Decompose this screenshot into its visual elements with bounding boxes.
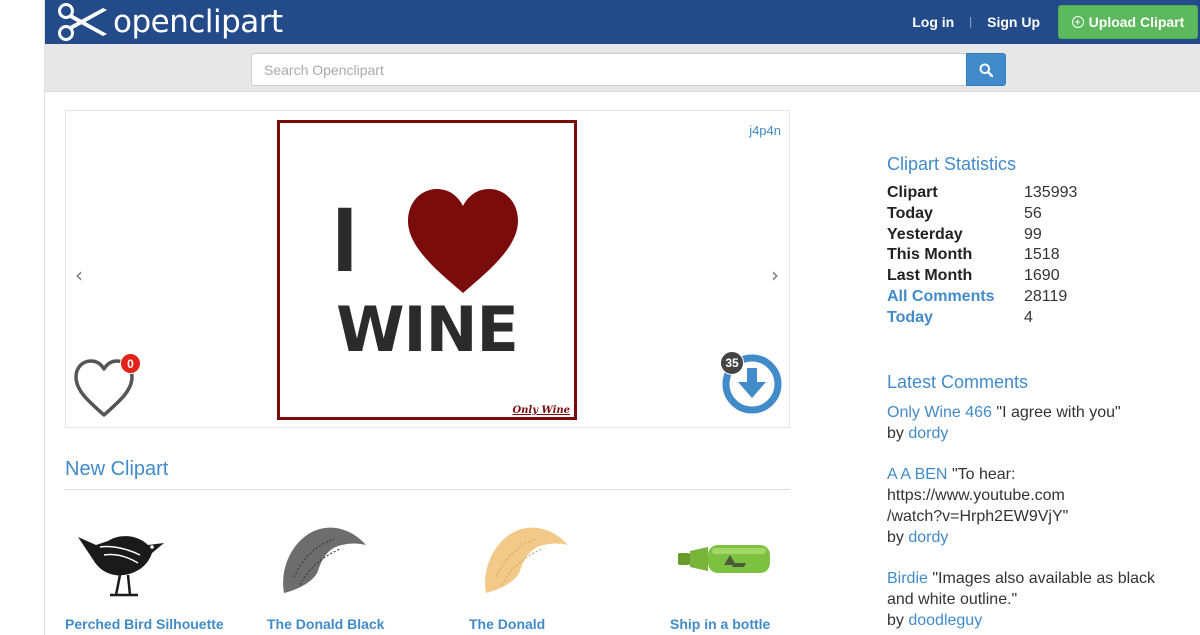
comment-user-link[interactable]: dordy	[908, 425, 948, 442]
art-wine-text: WINE	[336, 293, 518, 366]
comments-heading: Latest Comments	[887, 372, 1029, 392]
comment-item: A A BEN "To hear: https://www.youtube.co…	[887, 464, 1177, 548]
today-comments-link[interactable]: Today	[887, 308, 1024, 329]
bird-icon[interactable]	[68, 515, 178, 600]
comment-text: https://www.youtube.com	[887, 487, 1065, 504]
hair-black-icon[interactable]	[270, 515, 380, 600]
comment-by: by	[887, 529, 904, 546]
brand-logo[interactable]: openclipart	[57, 0, 283, 44]
carousel-next-button[interactable]: ›	[771, 263, 779, 287]
clipart-label[interactable]: The Donald	[469, 616, 545, 632]
stat-row: Last Month 1690	[887, 266, 1147, 287]
brand-name: openclipart	[113, 4, 283, 40]
featured-image[interactable]: I WINE Only Wine	[277, 120, 577, 420]
signup-link[interactable]: Sign Up	[987, 14, 1040, 30]
stat-value: 56	[1024, 204, 1042, 222]
upload-label: Upload Clipart	[1088, 14, 1185, 30]
scissors-icon	[58, 3, 107, 41]
bottle-icon[interactable]	[670, 515, 780, 600]
search-bar	[45, 44, 1200, 92]
comment-by: by	[887, 612, 904, 629]
login-link[interactable]: Log in	[912, 14, 954, 30]
art-letter-i: I	[332, 189, 358, 291]
author-link[interactable]: j4p4n	[749, 123, 781, 138]
new-clipart-heading: New Clipart	[65, 458, 169, 480]
left-margin	[0, 0, 45, 635]
comment-by: by	[887, 425, 904, 442]
account-links: Log in | Sign Up	[912, 0, 1040, 44]
divider	[65, 489, 790, 490]
nav-separator: |	[969, 16, 973, 28]
heart-shape	[408, 189, 518, 293]
hair-blonde-icon[interactable]	[472, 515, 582, 600]
stat-label: Today	[887, 204, 933, 222]
comment-text: "To hear:	[951, 466, 1016, 483]
upload-clipart-button[interactable]: + Upload Clipart	[1058, 5, 1198, 39]
comment-text: "Images also available as black	[932, 570, 1156, 587]
plus-circle-icon: +	[1071, 16, 1084, 28]
stat-value: 99	[1024, 225, 1042, 243]
comment-clipart-link[interactable]: Only Wine 466	[887, 404, 992, 421]
search-input[interactable]	[251, 53, 967, 86]
stat-label: Yesterday	[887, 225, 963, 243]
search-icon	[979, 63, 993, 77]
comment-clipart-link[interactable]: A A BEN	[887, 466, 947, 483]
all-comments-link[interactable]: All Comments	[887, 287, 1024, 308]
stat-row: All Comments 28119	[887, 287, 1147, 308]
comment-item: Birdie "Images also available as black a…	[887, 568, 1177, 631]
download-button[interactable]: 35	[719, 351, 785, 417]
clipart-label[interactable]: Perched Bird Silhouette	[65, 616, 224, 632]
stat-value: 4	[1024, 308, 1033, 326]
stat-label: Last Month	[887, 267, 973, 285]
stat-value: 28119	[1024, 287, 1068, 305]
comment-text: /watch?v=Hrph2EW9VjY"	[887, 508, 1069, 525]
comment-user-link[interactable]: dordy	[908, 529, 948, 546]
comment-text: and white outline."	[887, 591, 1018, 608]
comment-clipart-link[interactable]: Birdie	[887, 570, 928, 587]
comment-item: Only Wine 466 "I agree with you" by dord…	[887, 402, 1177, 444]
stat-row: Today 56	[887, 204, 1147, 225]
carousel-prev-button[interactable]: ‹	[75, 263, 83, 287]
favorite-button[interactable]: 0	[73, 353, 141, 419]
stats-table: Clipart 135993 Today 56 Yesterday 99 Thi…	[887, 183, 1147, 329]
search-button[interactable]	[966, 53, 1006, 86]
stat-value: 1518	[1024, 246, 1060, 264]
top-navbar: openclipart Log in | Sign Up + Upload Cl…	[45, 0, 1200, 44]
stat-row: Clipart 135993	[887, 183, 1147, 204]
stats-heading: Clipart Statistics	[887, 154, 1017, 174]
featured-carousel: ‹ I WINE Only Wine j4p4n › 0 35	[65, 110, 790, 428]
stat-row: Yesterday 99	[887, 225, 1147, 246]
clipart-label[interactable]: The Donald Black	[267, 616, 384, 632]
downloads-count-badge: 35	[720, 351, 744, 375]
comment-text: "I agree with you"	[996, 404, 1121, 421]
stat-row: Today 4	[887, 308, 1147, 329]
stat-value: 135993	[1024, 184, 1078, 201]
i-love-wine-artwork: I WINE Only Wine	[332, 189, 570, 416]
stat-label: Clipart	[887, 184, 938, 201]
clipart-label[interactable]: Ship in a bottle	[670, 616, 770, 632]
favorites-count-badge: 0	[120, 353, 141, 374]
art-brand-text: Only Wine	[512, 405, 570, 416]
stat-row: This Month 1518	[887, 245, 1147, 266]
stat-value: 1690	[1024, 267, 1060, 285]
comment-user-link[interactable]: doodleguy	[908, 612, 982, 629]
stat-label: This Month	[887, 246, 973, 264]
